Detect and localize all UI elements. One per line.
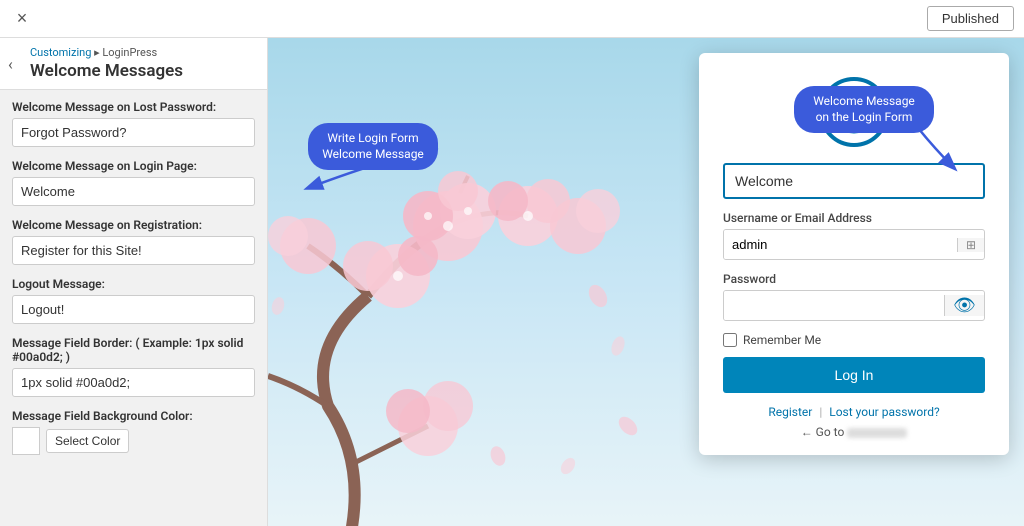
top-bar: × Published (0, 0, 1024, 38)
goto-row: ← Go to (723, 425, 985, 439)
sidebar-content: Welcome Message on Lost Password: Welcome… (0, 90, 267, 477)
field-input-logout[interactable] (12, 295, 255, 324)
sidebar-header: ‹ Customizing ▸ LoginPress Welcome Messa… (0, 38, 267, 90)
field-label-border: Message Field Border: ( Example: 1px sol… (12, 336, 255, 364)
password-toggle-icon[interactable]: 👁 (944, 295, 984, 316)
background: Write Login Form Welcome Message Welcome… (268, 38, 1024, 526)
remember-me-label: Remember Me (743, 333, 821, 347)
breadcrumb: Customizing ▸ LoginPress (30, 46, 255, 59)
sidebar-title: Welcome Messages (30, 61, 255, 81)
back-arrow-icon[interactable]: ‹ (8, 54, 13, 73)
field-input-registration[interactable] (12, 236, 255, 265)
sidebar: ‹ Customizing ▸ LoginPress Welcome Messa… (0, 38, 268, 526)
login-button[interactable]: Log In (723, 357, 985, 393)
field-group-lost-password: Welcome Message on Lost Password: (12, 100, 255, 147)
field-input-border[interactable] (12, 368, 255, 397)
username-label: Username or Email Address (723, 211, 985, 225)
field-label-lost-password: Welcome Message on Lost Password: (12, 100, 255, 114)
password-input[interactable] (724, 291, 944, 320)
username-input[interactable] (724, 230, 957, 259)
field-input-lost-password[interactable] (12, 118, 255, 147)
color-swatch[interactable] (12, 427, 40, 455)
cherry-blossom-tree (268, 146, 668, 526)
field-group-color: Message Field Background Color: Select Co… (12, 409, 255, 455)
tooltip-welcome-on-login: Welcome Message on the Login Form (794, 86, 934, 133)
select-color-button[interactable]: Select Color (46, 429, 129, 453)
field-group-login-page: Welcome Message on Login Page: (12, 159, 255, 206)
color-row: Select Color (12, 427, 255, 455)
field-label-login-page: Welcome Message on Login Page: (12, 159, 255, 173)
field-group-border: Message Field Border: ( Example: 1px sol… (12, 336, 255, 397)
close-button[interactable]: × (10, 7, 34, 31)
goto-text: ← Go to (801, 425, 845, 439)
breadcrumb-child: LoginPress (102, 46, 157, 59)
welcome-input[interactable] (723, 163, 985, 199)
username-icon: ⊞ (957, 238, 984, 252)
breadcrumb-parent[interactable]: Customizing (30, 46, 91, 59)
password-row: 👁 (723, 290, 985, 321)
published-button[interactable]: Published (927, 6, 1014, 31)
field-group-logout: Logout Message: (12, 277, 255, 324)
remember-me-checkbox[interactable] (723, 333, 737, 347)
register-link[interactable]: Register (768, 405, 812, 419)
field-input-login-page[interactable] (12, 177, 255, 206)
login-footer-links: Register | Lost your password? (723, 405, 985, 419)
username-row: ⊞ (723, 229, 985, 260)
goto-site-name (847, 428, 907, 438)
tooltip-login-form: Write Login Form Welcome Message (308, 123, 438, 170)
field-label-logout: Logout Message: (12, 277, 255, 291)
lost-password-link[interactable]: Lost your password? (829, 405, 939, 419)
remember-me-row: Remember Me (723, 333, 985, 347)
field-group-registration: Welcome Message on Registration: (12, 218, 255, 265)
password-label: Password (723, 272, 985, 286)
field-label-registration: Welcome Message on Registration: (12, 218, 255, 232)
color-field-label: Message Field Background Color: (12, 409, 255, 423)
